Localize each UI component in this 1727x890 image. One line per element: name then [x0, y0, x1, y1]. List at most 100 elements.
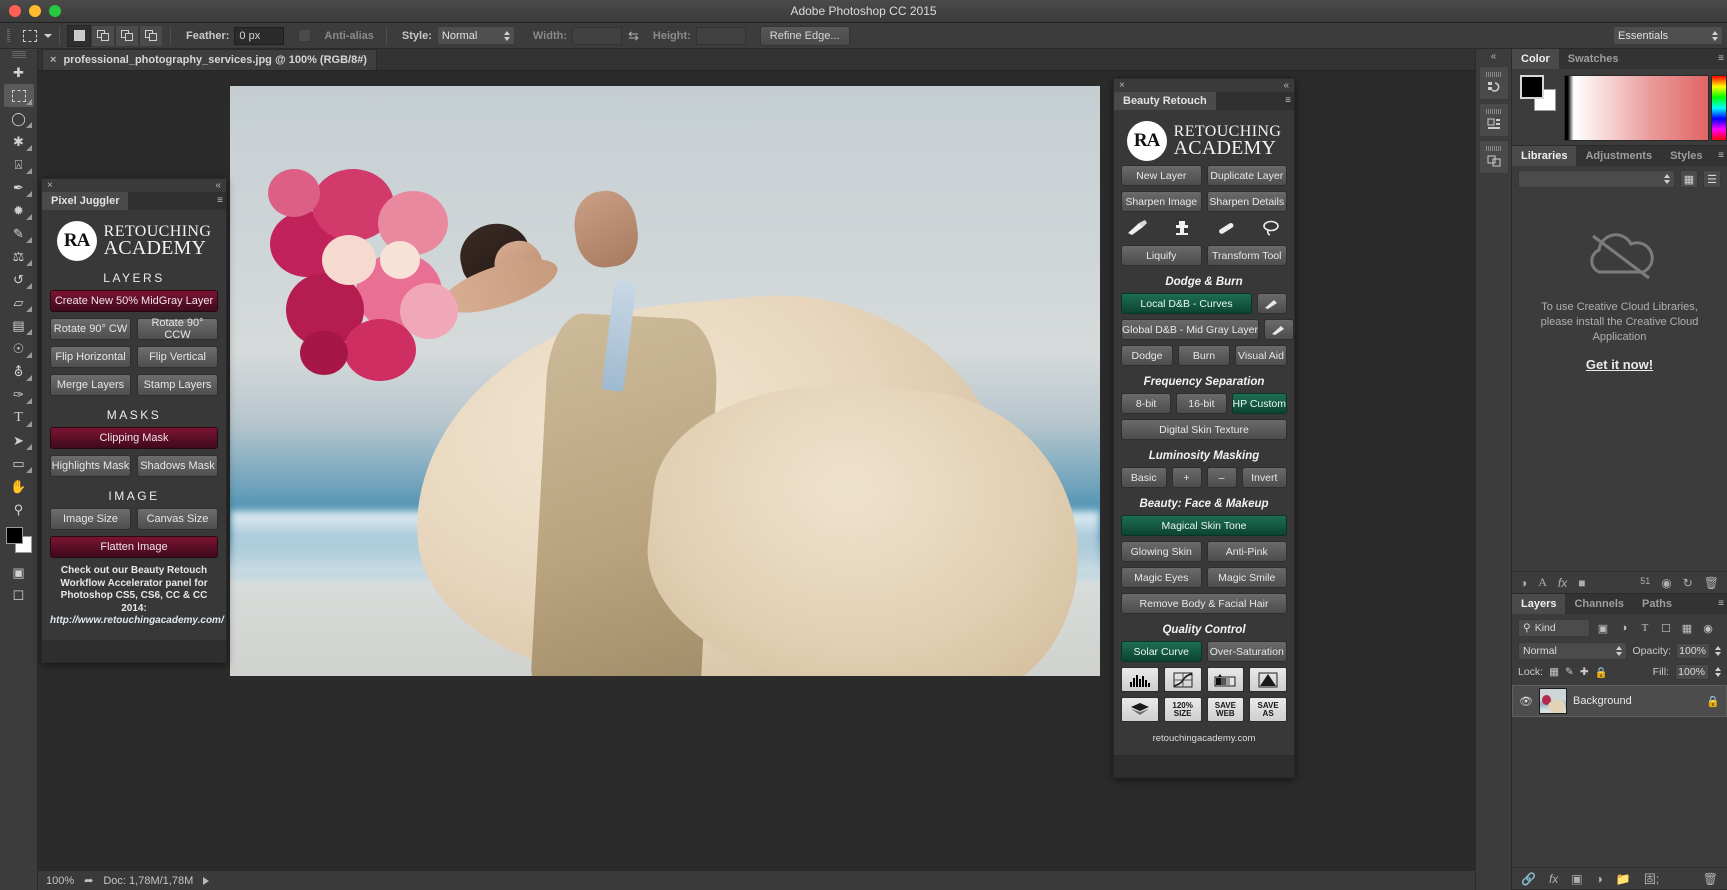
path-selection-tool[interactable]: ➤: [4, 429, 34, 452]
gradient-map-tile[interactable]: [1206, 667, 1245, 692]
shadows-mask-button[interactable]: Shadows Mask: [137, 455, 218, 477]
sharpen-details-button[interactable]: Sharpen Details: [1206, 191, 1287, 212]
liquify-button[interactable]: Liquify: [1121, 245, 1202, 266]
foreground-background-colors[interactable]: [5, 527, 32, 553]
layer-filter-kind-select[interactable]: ⚲ Kind: [1518, 619, 1590, 637]
quick-mask-toggle[interactable]: ▣: [4, 561, 34, 584]
stamp-layers-button[interactable]: Stamp Layers: [137, 374, 218, 396]
layer-row-background[interactable]: 👁 Background 🔒: [1512, 685, 1727, 717]
blur-tool[interactable]: ☉: [4, 337, 34, 360]
resize-120-tile[interactable]: 120% SIZE: [1163, 697, 1202, 722]
panel-menu-icon[interactable]: ≡: [1718, 598, 1724, 609]
color-swatches[interactable]: [1520, 75, 1556, 111]
fs-16bit-button[interactable]: 16-bit: [1176, 393, 1227, 414]
type-icon[interactable]: A: [1538, 575, 1547, 590]
fill-stepper-icon[interactable]: [1715, 667, 1721, 677]
add-mask-icon[interactable]: ▣: [1571, 872, 1582, 886]
digital-skin-texture-button[interactable]: Digital Skin Texture: [1121, 419, 1287, 440]
color-spectrum[interactable]: [1564, 75, 1709, 141]
new-adjustment-layer-icon[interactable]: ◑: [1596, 872, 1603, 886]
filter-toggle-switch[interactable]: ◉: [1700, 619, 1716, 637]
blend-mode-select[interactable]: Normal: [1518, 642, 1628, 660]
panel-menu-icon[interactable]: ≡: [1285, 95, 1291, 106]
chevron-down-icon[interactable]: [44, 33, 52, 38]
library-select[interactable]: [1518, 170, 1675, 188]
brush-icon[interactable]: [1123, 218, 1151, 238]
histogram-tile[interactable]: [1121, 667, 1159, 692]
tab-libraries[interactable]: Libraries: [1512, 146, 1577, 166]
tab-swatches[interactable]: Swatches: [1559, 49, 1628, 69]
pixel-filter-icon[interactable]: ▣: [1595, 619, 1611, 637]
curves-tile[interactable]: [1163, 667, 1202, 692]
fx-icon[interactable]: fx: [1558, 576, 1567, 590]
lum-minus-button[interactable]: –: [1206, 467, 1237, 488]
lock-position-icon[interactable]: ✚: [1580, 666, 1589, 678]
adjustment-icon[interactable]: ◑: [1520, 576, 1527, 590]
options-bar-grip[interactable]: [4, 26, 14, 46]
fs-hp-custom-button[interactable]: HP Custom: [1231, 393, 1287, 414]
lock-transparency-icon[interactable]: ▦: [1549, 666, 1559, 678]
hand-tool[interactable]: ✋: [4, 475, 34, 498]
lum-plus-button[interactable]: +: [1171, 467, 1202, 488]
subtract-from-selection-button[interactable]: [115, 24, 139, 47]
tab-adjustments[interactable]: Adjustments: [1576, 146, 1661, 166]
history-brush-tool[interactable]: ↺: [4, 268, 34, 291]
flip-vertical-button[interactable]: Flip Vertical: [137, 346, 218, 368]
close-icon[interactable]: ×: [1119, 80, 1125, 91]
delete-layer-icon[interactable]: 🗑: [1703, 872, 1718, 886]
flatten-tile[interactable]: [1121, 697, 1159, 722]
sharpen-image-button[interactable]: Sharpen Image: [1121, 191, 1202, 212]
panel-menu-icon[interactable]: ≡: [217, 195, 223, 206]
note-url[interactable]: http://www.retouchingacademy.com/: [50, 615, 224, 628]
global-db-settings-icon[interactable]: [1263, 319, 1294, 340]
tools-panel-grip[interactable]: [11, 51, 26, 59]
eyedropper-tool[interactable]: ✒: [4, 176, 34, 199]
link-layers-icon[interactable]: 🔗: [1521, 872, 1536, 886]
adjustment-filter-icon[interactable]: ◑: [1616, 619, 1632, 637]
transform-tool-button[interactable]: Transform Tool: [1206, 245, 1287, 266]
document-image[interactable]: [230, 86, 1100, 676]
gradient-tool[interactable]: ▤: [4, 314, 34, 337]
flip-horizontal-button[interactable]: Flip Horizontal: [50, 346, 131, 368]
merge-layers-button[interactable]: Merge Layers: [50, 374, 131, 396]
lock-all-icon[interactable]: 🔒: [1595, 666, 1608, 679]
panel-menu-icon[interactable]: ≡: [1718, 150, 1724, 161]
remove-body-facial-hair-button[interactable]: Remove Body & Facial Hair: [1121, 593, 1287, 614]
shape-filter-icon[interactable]: ☐: [1658, 619, 1674, 637]
close-icon[interactable]: ×: [50, 54, 56, 66]
add-to-selection-button[interactable]: [91, 24, 115, 47]
rotate-90-ccw-button[interactable]: Rotate 90° CCW: [137, 317, 218, 341]
smart-filter-icon[interactable]: ▦: [1679, 619, 1695, 637]
flatten-image-button[interactable]: Flatten Image: [50, 536, 218, 558]
burn-button[interactable]: Burn: [1178, 345, 1230, 366]
local-db-settings-icon[interactable]: [1257, 293, 1287, 314]
document-tab[interactable]: × professional_photography_services.jpg …: [42, 49, 377, 70]
rectangular-marquee-tool[interactable]: [3, 84, 34, 107]
trash-icon[interactable]: 🗑: [1704, 576, 1719, 590]
collapse-icon[interactable]: «: [215, 180, 221, 191]
new-layer-button[interactable]: New Layer: [1121, 165, 1202, 186]
close-icon[interactable]: ×: [47, 180, 53, 191]
local-db-curves-button[interactable]: Local D&B - Curves: [1121, 293, 1252, 314]
horizontal-type-tool[interactable]: T: [4, 406, 34, 429]
opacity-stepper-icon[interactable]: [1715, 646, 1721, 656]
tab-beauty-retouch[interactable]: Beauty Retouch: [1114, 92, 1216, 110]
eraser-tool[interactable]: ▱: [4, 291, 34, 314]
height-input[interactable]: [695, 26, 746, 45]
solar-curve-button[interactable]: Solar Curve: [1121, 641, 1202, 662]
save-as-tile[interactable]: SAVE AS: [1249, 697, 1287, 722]
expand-dock-icon[interactable]: «: [1476, 51, 1511, 63]
magical-skin-tone-button[interactable]: Magical Skin Tone: [1121, 515, 1287, 536]
spot-healing-brush-tool[interactable]: ✹: [4, 199, 34, 222]
lum-invert-button[interactable]: Invert: [1241, 467, 1287, 488]
opacity-value[interactable]: 100%: [1676, 643, 1710, 659]
healing-brush-icon[interactable]: [1212, 218, 1240, 238]
swap-icon[interactable]: ⇆: [628, 28, 639, 44]
global-db-midgray-button[interactable]: Global D&B - Mid Gray Layer: [1121, 319, 1259, 340]
layer-visibility-icon[interactable]: 👁: [1519, 695, 1533, 708]
hue-slider[interactable]: [1711, 75, 1727, 141]
tab-color[interactable]: Color: [1512, 49, 1559, 69]
export-tile[interactable]: [1249, 667, 1287, 692]
tab-channels[interactable]: Channels: [1565, 594, 1633, 614]
feather-input[interactable]: 0 px: [234, 26, 285, 45]
